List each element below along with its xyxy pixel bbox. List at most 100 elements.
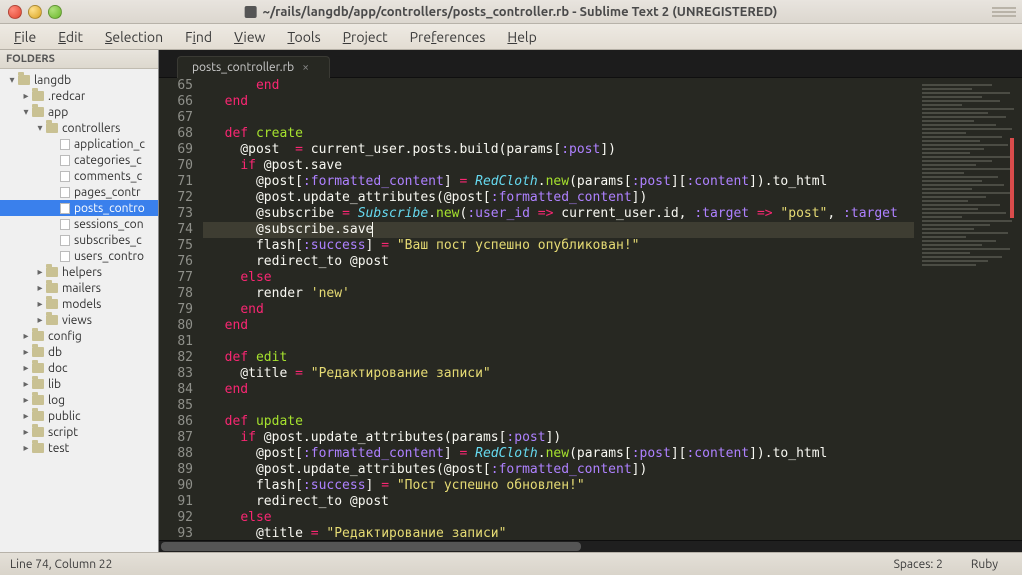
disclosure-triangle-icon[interactable]: ▸ (20, 362, 32, 374)
code-line[interactable]: end (203, 382, 914, 398)
disclosure-triangle-icon[interactable]: ▸ (34, 298, 46, 310)
tree-folder[interactable]: ▸public (0, 408, 158, 424)
line-number[interactable]: 87 (159, 430, 193, 446)
disclosure-triangle-icon[interactable]: ▸ (20, 442, 32, 454)
code-line[interactable]: @post[:formatted_content] = RedCloth.new… (203, 174, 914, 190)
code-line[interactable]: @post.update_attributes(@post[:formatted… (203, 462, 914, 478)
code-line[interactable]: redirect_to @post (203, 254, 914, 270)
code-line[interactable] (203, 398, 914, 414)
disclosure-triangle-icon[interactable]: ▸ (34, 266, 46, 278)
maximize-window-button[interactable] (48, 5, 62, 19)
menu-project[interactable]: Project (333, 26, 398, 48)
disclosure-triangle-icon[interactable]: ▸ (20, 330, 32, 342)
line-number[interactable]: 79 (159, 302, 193, 318)
line-number[interactable]: 83 (159, 366, 193, 382)
code-line[interactable] (203, 110, 914, 126)
code-line[interactable]: @post.update_attributes(@post[:formatted… (203, 190, 914, 206)
tab-close-icon[interactable]: × (302, 61, 309, 74)
code-line[interactable]: def update (203, 414, 914, 430)
line-number[interactable]: 92 (159, 510, 193, 526)
line-number[interactable]: 66 (159, 94, 193, 110)
minimize-window-button[interactable] (28, 5, 42, 19)
code-line[interactable]: end (203, 94, 914, 110)
tree-folder[interactable]: ▸helpers (0, 264, 158, 280)
line-number[interactable]: 72 (159, 190, 193, 206)
menu-edit[interactable]: Edit (48, 26, 93, 48)
tree-folder[interactable]: ▸config (0, 328, 158, 344)
menu-tools[interactable]: Tools (277, 26, 330, 48)
code-line[interactable]: def edit (203, 350, 914, 366)
code-line[interactable]: render 'new' (203, 286, 914, 302)
code-line[interactable] (203, 334, 914, 350)
tree-folder[interactable]: ▸script (0, 424, 158, 440)
line-number[interactable]: 76 (159, 254, 193, 270)
line-number[interactable]: 74 (159, 222, 193, 238)
tree-folder[interactable]: ▸.redcar (0, 88, 158, 104)
code-line[interactable]: if @post.update_attributes(params[:post]… (203, 430, 914, 446)
code-line[interactable]: end (203, 302, 914, 318)
tab-posts-controller[interactable]: posts_controller.rb × (177, 56, 330, 78)
code-line[interactable]: if @post.save (203, 158, 914, 174)
tree-folder[interactable]: ▸test (0, 440, 158, 456)
tree-file[interactable]: pages_contr (0, 184, 158, 200)
code-line[interactable]: @title = "Редактирование записи" (203, 526, 914, 540)
line-number[interactable]: 91 (159, 494, 193, 510)
menu-selection[interactable]: Selection (95, 26, 173, 48)
code-line[interactable]: def create (203, 126, 914, 142)
line-number-gutter[interactable]: 6566676869707172737475767778798081828384… (159, 78, 203, 540)
tree-folder[interactable]: ▸models (0, 296, 158, 312)
tree-folder[interactable]: ▸mailers (0, 280, 158, 296)
tree-folder[interactable]: ▸lib (0, 376, 158, 392)
disclosure-triangle-icon[interactable]: ▸ (20, 346, 32, 358)
tree-folder[interactable]: ▸views (0, 312, 158, 328)
line-number[interactable]: 69 (159, 142, 193, 158)
tree-file[interactable]: posts_contro (0, 200, 158, 216)
close-window-button[interactable] (8, 5, 22, 19)
line-number[interactable]: 71 (159, 174, 193, 190)
code-line[interactable]: end (203, 78, 914, 94)
line-number[interactable]: 70 (159, 158, 193, 174)
tree-folder[interactable]: ▾langdb (0, 72, 158, 88)
tree-file[interactable]: subscribes_c (0, 232, 158, 248)
line-number[interactable]: 93 (159, 526, 193, 540)
tree-file[interactable]: users_contro (0, 248, 158, 264)
scrollbar-thumb[interactable] (161, 542, 581, 551)
disclosure-triangle-icon[interactable]: ▸ (20, 410, 32, 422)
disclosure-triangle-icon[interactable]: ▾ (6, 74, 18, 86)
disclosure-triangle-icon[interactable]: ▾ (20, 106, 32, 118)
code-line[interactable]: end (203, 318, 914, 334)
horizontal-scrollbar[interactable] (159, 540, 1022, 552)
line-number[interactable]: 90 (159, 478, 193, 494)
disclosure-triangle-icon[interactable]: ▸ (20, 378, 32, 390)
line-number[interactable]: 65 (159, 78, 193, 94)
disclosure-triangle-icon[interactable]: ▾ (34, 122, 46, 134)
status-syntax[interactable]: Ruby (957, 558, 1012, 571)
menu-preferences[interactable]: Preferences (400, 26, 496, 48)
code-line[interactable]: flash[:success] = "Пост успешно обновлен… (203, 478, 914, 494)
line-number[interactable]: 78 (159, 286, 193, 302)
line-number[interactable]: 81 (159, 334, 193, 350)
disclosure-triangle-icon[interactable]: ▸ (20, 426, 32, 438)
code-editor[interactable]: end end def create @post = current_user.… (203, 78, 914, 540)
line-number[interactable]: 73 (159, 206, 193, 222)
tree-file[interactable]: sessions_con (0, 216, 158, 232)
tree-folder[interactable]: ▾controllers (0, 120, 158, 136)
tree-folder[interactable]: ▸log (0, 392, 158, 408)
code-line[interactable]: else (203, 270, 914, 286)
code-line[interactable]: flash[:success] = "Ваш пост успешно опуб… (203, 238, 914, 254)
code-line[interactable]: @subscribe.save (203, 222, 914, 238)
tree-folder[interactable]: ▾app (0, 104, 158, 120)
tree-file[interactable]: comments_c (0, 168, 158, 184)
line-number[interactable]: 77 (159, 270, 193, 286)
menu-view[interactable]: View (224, 26, 275, 48)
tree-file[interactable]: categories_c (0, 152, 158, 168)
line-number[interactable]: 82 (159, 350, 193, 366)
minimap[interactable] (914, 78, 1022, 540)
disclosure-triangle-icon[interactable]: ▸ (34, 282, 46, 294)
code-line[interactable]: @post = current_user.posts.build(params[… (203, 142, 914, 158)
line-number[interactable]: 75 (159, 238, 193, 254)
line-number[interactable]: 88 (159, 446, 193, 462)
menu-file[interactable]: File (4, 26, 46, 48)
code-line[interactable]: @title = "Редактирование записи" (203, 366, 914, 382)
tree-folder[interactable]: ▸db (0, 344, 158, 360)
